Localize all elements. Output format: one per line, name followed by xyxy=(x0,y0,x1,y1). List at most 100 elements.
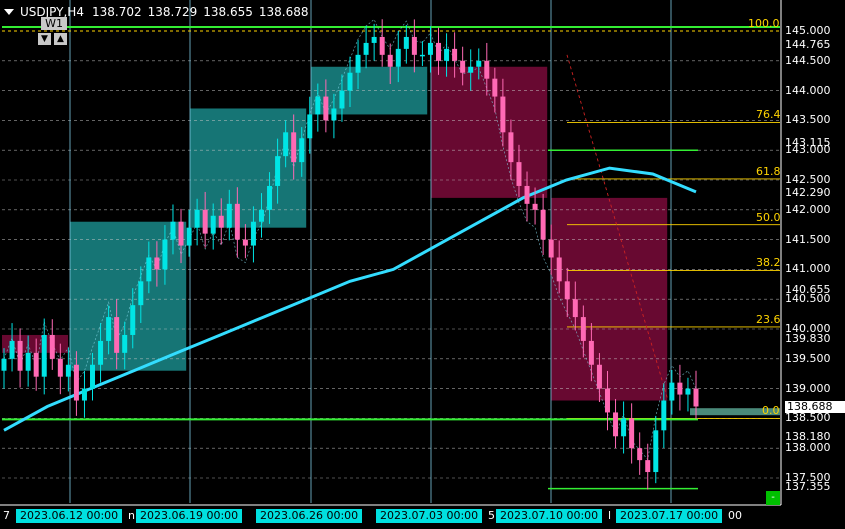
candle-body xyxy=(411,36,417,55)
candle-body xyxy=(194,209,200,228)
open-value: 138.702 xyxy=(91,5,142,19)
candle-body xyxy=(387,54,393,67)
candle-body xyxy=(492,78,498,97)
candle-body xyxy=(275,156,281,186)
candle-body xyxy=(548,239,554,258)
candle-body xyxy=(307,114,313,139)
candle-body xyxy=(73,364,79,401)
candle-body xyxy=(468,66,474,73)
candle xyxy=(427,26,433,73)
high-value: 138.729 xyxy=(147,5,198,19)
price-label: 144.500 xyxy=(785,53,831,67)
candle-body xyxy=(202,209,208,234)
candle-body xyxy=(162,239,168,270)
candle-body xyxy=(580,317,586,341)
candle-body xyxy=(677,382,683,395)
candle-body xyxy=(564,281,570,300)
candle-body xyxy=(419,54,425,57)
timeframe-control: W1 ▼ ▲ xyxy=(38,17,70,47)
price-label: 143.500 xyxy=(785,113,831,127)
price-label: 138.500 xyxy=(785,411,831,425)
candle xyxy=(371,23,377,61)
candle-body xyxy=(621,418,627,437)
candle-body xyxy=(146,257,152,282)
fib-level-label: 50.0 xyxy=(756,210,781,224)
time-fragment-right: 00 xyxy=(728,509,742,522)
candle xyxy=(81,370,87,418)
candle-body xyxy=(629,418,635,449)
candle-body xyxy=(170,221,176,240)
fib-level-label: 100.0 xyxy=(748,17,780,30)
candle-body xyxy=(371,36,377,43)
candle xyxy=(419,41,425,66)
low-value: 138.655 xyxy=(203,5,253,19)
candle-body xyxy=(540,209,546,240)
candle-body xyxy=(403,36,409,49)
candle-body xyxy=(460,60,466,73)
down-arrow-icon[interactable]: ▼ xyxy=(38,33,51,45)
fib-level-label: 61.8 xyxy=(756,164,781,178)
candle xyxy=(613,398,619,449)
candle xyxy=(540,193,546,255)
up-arrow-icon[interactable]: ▲ xyxy=(54,33,67,45)
candle-body xyxy=(452,48,458,61)
weekly-box xyxy=(70,221,187,371)
candle-body xyxy=(315,96,321,115)
candle-body xyxy=(114,317,120,353)
candle xyxy=(242,224,248,259)
candle-body xyxy=(57,358,63,377)
candle-body xyxy=(596,364,602,389)
candle-body xyxy=(645,460,651,473)
candle-body xyxy=(685,388,691,395)
candle-body xyxy=(33,352,39,377)
time-label: 2023.07.03 00:00 xyxy=(376,509,483,523)
candle-body xyxy=(323,96,329,121)
time-fragment-left: 7 xyxy=(3,509,10,522)
price-chart[interactable] xyxy=(0,0,845,529)
collapse-triangle-icon[interactable] xyxy=(4,9,14,15)
candle-body xyxy=(81,388,87,401)
price-label: 145.000 xyxy=(785,24,831,37)
time-label: 2023.06.19 00:00 xyxy=(136,509,243,523)
candle xyxy=(677,364,683,411)
candle-body xyxy=(395,48,401,67)
candle-body xyxy=(508,132,514,163)
candle-body xyxy=(17,340,23,371)
candle-body xyxy=(138,281,144,306)
candle-body xyxy=(130,305,136,335)
candle-body xyxy=(532,203,538,210)
candle xyxy=(363,25,369,69)
candle-body xyxy=(9,340,15,359)
candle-body xyxy=(339,90,345,109)
time-label: 2023.07.10 00:00 xyxy=(496,509,603,523)
candle-body xyxy=(484,60,490,79)
timeframe-label[interactable]: W1 xyxy=(41,17,67,30)
candle xyxy=(9,323,15,372)
close-value: 138.688 xyxy=(258,5,309,19)
candle-body xyxy=(234,203,240,240)
candle-body xyxy=(604,388,610,413)
candle-body xyxy=(218,215,224,228)
candle-body xyxy=(267,185,273,210)
candle xyxy=(653,415,659,484)
candle-body xyxy=(291,132,297,163)
candle-body xyxy=(1,358,7,371)
candle-body xyxy=(25,352,31,371)
candle xyxy=(49,319,55,370)
candle-body xyxy=(476,60,482,67)
candle xyxy=(629,403,635,464)
candle-body xyxy=(106,317,112,341)
candle-body xyxy=(90,364,96,389)
candle-body xyxy=(250,221,256,246)
candle-body xyxy=(49,334,55,359)
candle-body xyxy=(444,48,450,61)
time-label: 2023.06.12 00:00 xyxy=(16,509,123,523)
candle-body xyxy=(436,42,442,61)
candle-body xyxy=(258,209,264,222)
candle-body xyxy=(661,400,667,431)
candle-body xyxy=(379,36,385,55)
candle-body xyxy=(588,340,594,365)
fib-level-label: 23.6 xyxy=(756,312,781,326)
chart-shift-button[interactable]: - xyxy=(766,491,780,505)
candle-body xyxy=(186,227,192,246)
